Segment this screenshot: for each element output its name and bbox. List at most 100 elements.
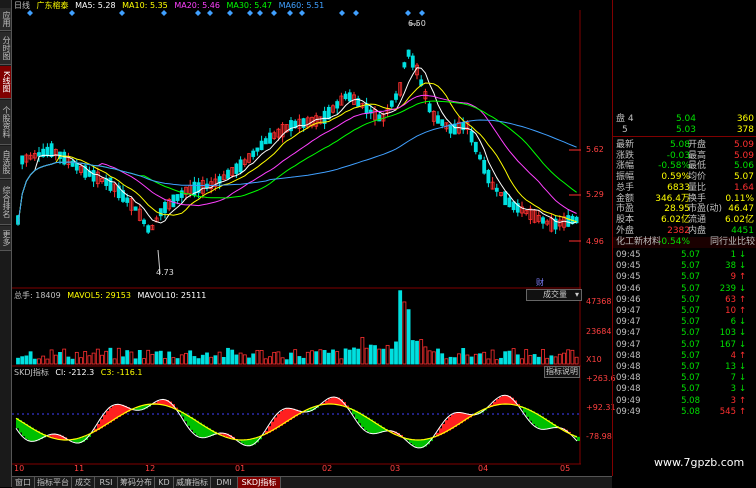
tab-ranking[interactable]: 综合排名 — [0, 180, 11, 225]
candle-body — [453, 124, 456, 134]
tick-time: 09:46 — [616, 295, 641, 306]
date-label: 04 — [478, 464, 488, 473]
tab-chip-distribution[interactable]: 筹码分布 — [118, 477, 155, 488]
info-diamond-icon — [353, 10, 359, 16]
skdj-fill — [505, 395, 508, 404]
tab-williams[interactable]: 威廉指标 — [174, 477, 211, 488]
arrow-down-icon: ↓ — [739, 373, 746, 384]
tick-price: 5.07 — [664, 362, 700, 373]
volume-bar — [453, 358, 456, 364]
tab-dmi[interactable]: DMI — [211, 477, 238, 488]
quote-label: 金额 — [616, 194, 634, 205]
volume-bar — [386, 345, 389, 364]
volume-bar — [563, 353, 566, 364]
tab-apps[interactable]: 应用 — [0, 8, 11, 31]
skdj-indicator — [16, 395, 580, 448]
volume-bar — [214, 356, 217, 364]
finance-marker[interactable]: 财 — [536, 277, 544, 288]
volume-bar — [277, 352, 280, 364]
ma20-line — [18, 95, 577, 224]
tab-watchlist[interactable]: 自选股 — [0, 146, 11, 179]
skdj-header: SKDJ指标 Cl: -212.3 C3: -116.1 — [14, 367, 142, 378]
tick-time: 09:45 — [616, 261, 641, 272]
tab-kd[interactable]: KD — [155, 477, 174, 488]
info-markers — [27, 10, 425, 16]
order-label: 5 — [622, 125, 628, 136]
quote-label: 最低 — [688, 161, 718, 172]
indicator-help-button[interactable]: 指标说明 — [544, 366, 580, 378]
info-diamond-icon — [207, 10, 213, 16]
volume-bar — [17, 358, 20, 364]
kline-chart[interactable] — [12, 10, 581, 476]
candle-body — [403, 63, 406, 67]
price-tick: 5.29 — [586, 190, 604, 199]
ma30-value: MA30: 5.47 — [226, 1, 272, 10]
tick-price: 5.07 — [664, 340, 700, 351]
tab-kline[interactable]: K线图 — [0, 66, 11, 99]
candle-body — [344, 94, 347, 99]
volume-bar — [319, 350, 322, 364]
volume-bar — [239, 353, 242, 364]
tick-row: 09:475.076↓ — [612, 317, 756, 328]
volume-bar — [327, 353, 330, 364]
tick-row: 09:475.0710↑ — [612, 306, 756, 317]
volume-tick: X10 — [586, 355, 602, 364]
volume-bar — [206, 353, 209, 364]
tab-more[interactable]: 更多 — [0, 226, 11, 251]
sector-compare-link[interactable]: 同行业比较 — [710, 237, 754, 248]
info-diamond-icon — [69, 10, 75, 16]
tab-trades[interactable]: 成交 — [72, 477, 95, 488]
arrow-up-icon: ↑ — [739, 351, 746, 362]
ma30-line — [18, 101, 577, 224]
quote-value: -0.58% — [640, 161, 690, 172]
tab-window[interactable]: 窗口 — [12, 477, 35, 488]
volume-bar — [109, 348, 112, 364]
candle-body — [479, 155, 482, 159]
volume-bar — [151, 354, 154, 364]
candle-body — [264, 139, 267, 144]
candle-body — [164, 202, 167, 212]
order-volume: 378 — [712, 125, 754, 136]
quote-row: 市盈28.95市盈(动)46.47 — [612, 204, 756, 215]
tick-price: 5.07 — [664, 373, 700, 384]
skdj-fill — [415, 440, 418, 447]
candle-body — [487, 170, 490, 182]
volume-header: 总手: 18409 MAVOL5: 29153 MAVOL10: 25111 — [14, 290, 206, 301]
arrow-down-icon: ↓ — [739, 328, 746, 339]
volume-bar — [33, 359, 36, 364]
volume-selector[interactable]: 成交量 ▾ — [526, 289, 582, 301]
volume-bar — [42, 356, 45, 364]
tab-skdj[interactable]: SKDJ指标 — [238, 477, 281, 488]
volume-bar — [281, 358, 284, 364]
quote-row: 金额346.4万换手0.11% — [612, 194, 756, 205]
stock-name: 广东榕泰 — [37, 1, 69, 10]
volume-tick: 23684 — [586, 327, 611, 336]
volume-bar — [155, 352, 158, 364]
volume-bar — [248, 358, 251, 364]
tab-rsi[interactable]: RSI — [95, 477, 118, 488]
skdj-fill — [244, 440, 247, 445]
candle-body — [38, 153, 41, 157]
tick-volume: 3 — [702, 384, 736, 395]
volume-bar — [252, 354, 255, 364]
sector-row[interactable]: 化工新材料 -0.54% 同行业比较 — [612, 237, 756, 248]
volume-bar — [353, 348, 356, 364]
tab-stock-info[interactable]: 个股资料 — [0, 100, 11, 145]
volume-bar — [50, 350, 53, 364]
tab-intraday[interactable]: 分时图 — [0, 32, 11, 65]
quote-row: 总手6833量比1.64 — [612, 183, 756, 194]
candle-body — [235, 164, 238, 174]
volume-bar — [542, 349, 545, 364]
volume-bar — [185, 353, 188, 364]
candle-body — [176, 194, 179, 200]
candle-body — [239, 160, 242, 172]
volume-bar — [491, 350, 494, 364]
volume-bar — [231, 350, 234, 364]
quote-panel: 盘 4 5.04 360 5 5.03 378 最新5.08开盘5.09涨跌-0… — [612, 110, 756, 440]
volume-bar — [365, 348, 368, 364]
tick-row: 09:485.073↓ — [612, 384, 756, 395]
ma5-value: MA5: 5.28 — [75, 1, 116, 10]
candle-body — [50, 144, 53, 157]
arrow-up-icon: ↑ — [739, 396, 746, 407]
tab-indicator-platform[interactable]: 指标平台 — [35, 477, 72, 488]
